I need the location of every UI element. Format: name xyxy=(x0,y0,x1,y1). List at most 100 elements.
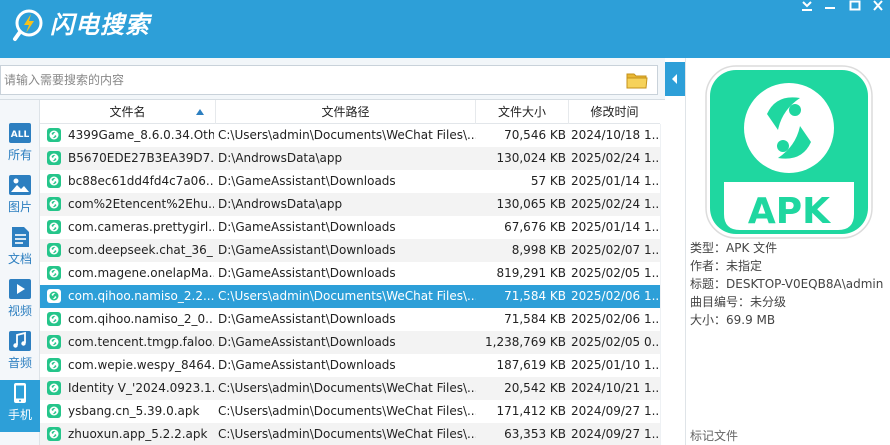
category-phone[interactable]: 手机 xyxy=(0,380,40,432)
detail-type: 类型：APK 文件 xyxy=(690,241,778,255)
search-box xyxy=(0,65,658,95)
search-input[interactable] xyxy=(4,66,614,94)
preview-panel: APK 类型：APK 文件 作者：未指定 标题：DESKTOP-V0EQB8A\… xyxy=(685,58,890,445)
modified-time: 2025/02/24 1... xyxy=(571,151,659,165)
file-path: D:\AndrowsData\app xyxy=(218,151,343,165)
folder-icon xyxy=(626,73,648,89)
android-app-icon xyxy=(47,289,61,303)
file-name: Identity V_'2024.0923.1... xyxy=(68,381,214,395)
file-size: 67,676 KB xyxy=(504,220,566,234)
table-row[interactable]: com.wepie.wespy_8464... D:\GameAssistant\… xyxy=(40,354,660,377)
file-name: 4399Game_8.6.0.34.Oth... xyxy=(68,128,214,142)
android-app-icon xyxy=(47,174,61,188)
file-name: com.wepie.wespy_8464... xyxy=(68,358,214,372)
category-sidebar: ALL 所有 图片 文档 视频 音频 手机 xyxy=(0,100,40,445)
table-row[interactable]: com%2Etencent%2Ehu... D:\AndrowsData\app 1… xyxy=(40,193,660,216)
table-row[interactable]: 4399Game_8.6.0.34.Oth... C:\Users\admin\D… xyxy=(40,124,660,147)
app-title: 闪电搜索 xyxy=(50,11,150,39)
table-row[interactable]: com.magene.onelapMa... D:\GameAssistant\D… xyxy=(40,262,660,285)
all-icon: ALL xyxy=(9,123,31,143)
android-app-icon xyxy=(47,427,61,441)
file-name: zhuoxun.app_5.2.2.apk xyxy=(68,427,208,441)
svg-text:ALL: ALL xyxy=(11,130,30,140)
column-header-path[interactable]: 文件路径 xyxy=(216,100,476,124)
table-row[interactable]: bc88ec61dd4fd4c7a06... D:\GameAssistant\D… xyxy=(40,170,660,193)
file-path: C:\Users\admin\Documents\WeChat Files\..… xyxy=(218,427,476,441)
minimize-icon xyxy=(825,7,835,9)
minimize-button[interactable] xyxy=(819,0,841,14)
table-row[interactable]: com.qihoo.namiso_2_0.... D:\GameAssistant… xyxy=(40,308,660,331)
file-table: 文件名 文件路径 文件大小 修改时间 4399Game_8.6.0.34.Oth… xyxy=(40,100,660,445)
category-all[interactable]: ALL 所有 xyxy=(0,120,40,172)
modified-time: 2024/09/27 1... xyxy=(571,404,659,418)
category-documents[interactable]: 文档 xyxy=(0,224,40,276)
mark-file-link[interactable]: 标记文件 xyxy=(690,427,738,444)
file-path: C:\Users\admin\Documents\WeChat Files\..… xyxy=(218,128,476,142)
file-path: C:\Users\admin\Documents\WeChat Files\..… xyxy=(218,289,476,303)
android-app-icon xyxy=(47,243,61,257)
modified-time: 2025/02/06 1... xyxy=(571,289,659,303)
file-size: 20,542 KB xyxy=(504,381,566,395)
vertical-scrollbar[interactable] xyxy=(660,124,685,445)
file-name: B5670EDE27B3EA39D7... xyxy=(68,151,214,165)
file-path: D:\AndrowsData\app xyxy=(218,197,343,211)
modified-time: 2025/02/05 1... xyxy=(571,266,659,280)
file-size: 1,238,769 KB xyxy=(485,335,566,349)
category-label: 手机 xyxy=(7,408,32,422)
maximize-button[interactable] xyxy=(844,0,866,14)
file-size: 63,353 KB xyxy=(504,427,566,441)
category-images[interactable]: 图片 xyxy=(0,172,40,224)
category-audio[interactable]: 音频 xyxy=(0,328,40,380)
apk-file-icon: APK xyxy=(705,65,873,239)
table-row[interactable]: zhuoxun.app_5.2.2.apk C:\Users\admin\Docu… xyxy=(40,423,660,445)
file-name: com.qihoo.namiso_2_0.... xyxy=(68,312,214,326)
file-path: C:\Users\admin\Documents\WeChat Files\..… xyxy=(218,404,476,418)
modified-time: 2025/01/14 1... xyxy=(571,220,659,234)
category-label: 视频 xyxy=(7,304,32,318)
table-row[interactable]: com.qihoo.namiso_2.2.... C:\Users\admin\D… xyxy=(40,285,660,308)
file-size: 71,584 KB xyxy=(504,312,566,326)
column-header-time[interactable]: 修改时间 xyxy=(569,100,660,124)
file-path: D:\GameAssistant\Downloads xyxy=(218,312,396,326)
image-icon xyxy=(9,175,31,195)
file-size: 819,291 KB xyxy=(496,266,566,280)
sort-ascending-icon xyxy=(196,109,204,115)
table-row[interactable]: com.tencent.tmgp.faloo... D:\GameAssistan… xyxy=(40,331,660,354)
folder-button[interactable] xyxy=(625,69,649,91)
file-details: 类型：APK 文件 作者：未指定 标题：DESKTOP-V0EQB8A\admi… xyxy=(690,239,890,329)
file-size: 187,619 KB xyxy=(496,358,566,372)
file-name: com.cameras.prettygirl... xyxy=(68,220,214,234)
modified-time: 2025/02/07 1... xyxy=(571,243,659,257)
column-header-name[interactable]: 文件名 xyxy=(40,100,216,124)
category-videos[interactable]: 视频 xyxy=(0,276,40,328)
table-row[interactable]: ysbang.cn_5.39.0.apk C:\Users\admin\Docum… xyxy=(40,400,660,423)
column-header-size[interactable]: 文件大小 xyxy=(476,100,569,124)
modified-time: 2024/09/27 1... xyxy=(571,427,659,441)
android-app-icon xyxy=(47,220,61,234)
table-row[interactable]: Identity V_'2024.0923.1... C:\Users\admin… xyxy=(40,377,660,400)
table-row[interactable]: com.deepseek.chat_36_... D:\GameAssistant… xyxy=(40,239,660,262)
file-path: D:\GameAssistant\Downloads xyxy=(218,220,396,234)
table-row[interactable]: com.cameras.prettygirl... D:\GameAssistan… xyxy=(40,216,660,239)
menu-button[interactable] xyxy=(796,0,818,14)
file-size: 130,024 KB xyxy=(496,151,566,165)
table-header: 文件名 文件路径 文件大小 修改时间 xyxy=(40,100,660,124)
modified-time: 2025/02/05 0... xyxy=(571,335,659,349)
table-row[interactable]: B5670EDE27B3EA39D7... D:\AndrowsData\app 1… xyxy=(40,147,660,170)
file-size: 57 KB xyxy=(530,174,566,188)
file-name: ysbang.cn_5.39.0.apk xyxy=(68,404,200,418)
file-size: 8,998 KB xyxy=(511,243,566,257)
title-bar: 闪电搜索 xyxy=(0,0,890,58)
close-icon xyxy=(873,0,883,11)
file-path: D:\GameAssistant\Downloads xyxy=(218,266,396,280)
menu-icon xyxy=(802,1,812,11)
category-label: 音频 xyxy=(7,356,32,370)
close-button[interactable] xyxy=(867,0,889,14)
file-name: bc88ec61dd4fd4c7a06... xyxy=(68,174,214,188)
collapse-panel-button[interactable] xyxy=(665,62,685,96)
video-icon xyxy=(9,279,31,299)
file-name: com.magene.onelapMa... xyxy=(68,266,214,280)
modified-time: 2025/02/06 1... xyxy=(571,312,659,326)
modified-time: 2025/01/14 1... xyxy=(571,174,659,188)
file-path: D:\GameAssistant\Downloads xyxy=(218,174,396,188)
